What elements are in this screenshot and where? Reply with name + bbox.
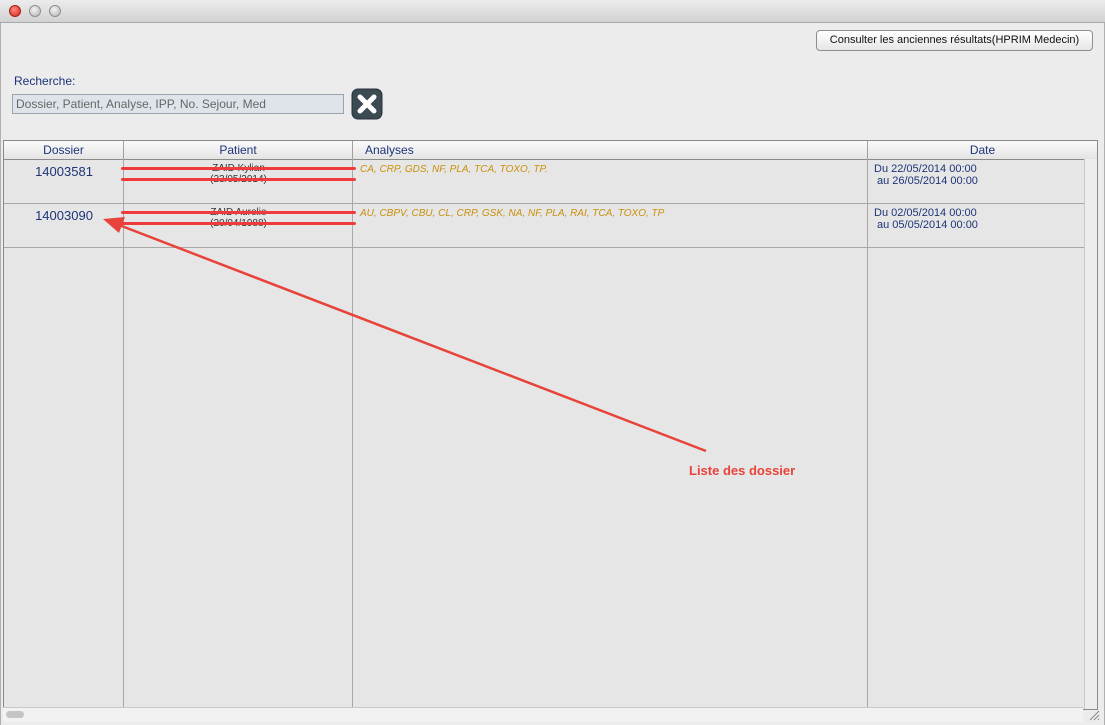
scrollbar-thumb[interactable] [6, 711, 24, 718]
patient-name: ZAID Kylian [121, 163, 356, 174]
analyses-list: CA, CRP, GDS, NF, PLA, TCA, TOXO, TP. [360, 164, 548, 175]
patient-name: ZAID Aurelie [121, 207, 356, 218]
table-row[interactable]: 14003090 ZAID Aurelie (20/04/1988) AU, C… [4, 204, 1084, 248]
column-header-analyses[interactable]: Analyses [353, 141, 868, 159]
vertical-scrollbar[interactable] [1084, 159, 1097, 709]
dossier-number: 14003581 [35, 164, 93, 179]
horizontal-scrollbar[interactable] [3, 707, 1083, 722]
patient-cell: ZAID Kylian (23/05/2014) [121, 163, 356, 185]
annotation-label: Liste des dossier [689, 463, 796, 478]
clear-x-icon [351, 88, 383, 120]
date-to: au 05/05/2014 00:00 [877, 219, 978, 231]
analyses-list: AU, CBPV, CBU, CL, CRP, GSK, NA, NF, PLA… [360, 208, 665, 219]
window-minimize-icon[interactable] [29, 5, 41, 17]
search-input[interactable] [12, 94, 344, 114]
dossier-table: Dossier Patient Analyses Date 14003581 Z… [3, 140, 1098, 710]
title-bar [0, 0, 1105, 23]
resize-grip-icon[interactable] [1086, 707, 1100, 721]
main-window: Consulter les anciennes résultats(HPRIM … [0, 23, 1105, 725]
dossier-number: 14003090 [35, 208, 93, 223]
date-to: au 26/05/2014 00:00 [877, 175, 978, 187]
window-zoom-icon[interactable] [49, 5, 61, 17]
date-range: Du 22/05/2014 00:00 au 26/05/2014 00:00 [874, 163, 1079, 187]
search-label: Recherche: [14, 74, 76, 88]
date-from: Du 02/05/2014 00:00 [874, 207, 977, 219]
patient-dob: (20/04/1988) [121, 218, 356, 229]
date-range: Du 02/05/2014 00:00 au 05/05/2014 00:00 [874, 207, 1079, 231]
old-results-button[interactable]: Consulter les anciennes résultats(HPRIM … [816, 30, 1093, 51]
patient-dob: (23/05/2014) [121, 174, 356, 185]
table-row[interactable]: 14003581 ZAID Kylian (23/05/2014) CA, CR… [4, 160, 1084, 204]
column-header-dossier[interactable]: Dossier [4, 141, 124, 159]
window-close-icon[interactable] [9, 5, 21, 17]
clear-search-button[interactable] [351, 88, 383, 120]
patient-cell: ZAID Aurelie (20/04/1988) [121, 207, 356, 229]
column-header-patient[interactable]: Patient [124, 141, 353, 159]
date-from: Du 22/05/2014 00:00 [874, 163, 977, 175]
column-header-date[interactable]: Date [868, 141, 1097, 159]
table-header: Dossier Patient Analyses Date [4, 141, 1097, 160]
